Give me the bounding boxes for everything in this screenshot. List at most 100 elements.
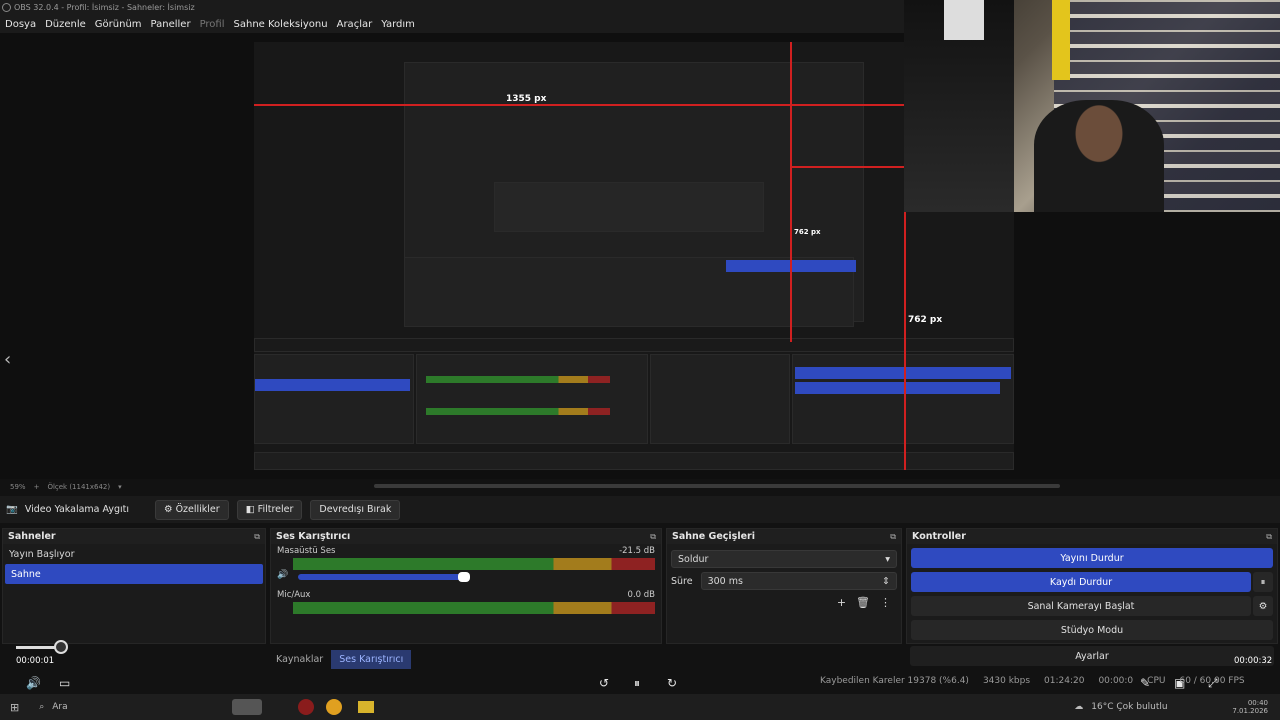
height-label-b: 762 px xyxy=(908,315,943,325)
tab-sources[interactable]: Kaynaklar xyxy=(268,650,331,669)
folder-icon[interactable] xyxy=(358,701,375,713)
transition-selected: Soldur xyxy=(678,553,709,565)
menu-help[interactable]: Yardım xyxy=(381,19,415,30)
chevron-down-icon[interactable]: ▾ xyxy=(118,483,122,491)
search-icon[interactable]: ⌕ xyxy=(39,702,44,712)
menu-profile[interactable]: Profil xyxy=(200,19,225,30)
guide-line-horizontal xyxy=(254,104,904,106)
seek-knob[interactable] xyxy=(54,640,68,654)
channel-db: 0.0 dB xyxy=(627,590,655,600)
webcam-yellow-panel xyxy=(1052,0,1070,80)
scene-label: Yayın Başlıyor xyxy=(9,548,75,560)
add-icon[interactable]: + xyxy=(837,596,846,609)
scene-item-yayin-basliyor[interactable]: Yayın Başlıyor xyxy=(3,544,265,564)
menu-edit[interactable]: Düzenle xyxy=(45,19,86,30)
chrome-icon[interactable] xyxy=(326,699,343,715)
menu-tools[interactable]: Araçlar xyxy=(337,19,373,30)
nested-ctl-stream xyxy=(795,367,1011,379)
fps: 60 / 60.00 FPS xyxy=(1179,676,1245,686)
source-toolbar: 📷 Video Yakalama Aygıtı ⚙ Özellikler ◧ F… xyxy=(0,496,1280,523)
settings-button[interactable]: Ayarlar xyxy=(910,646,1274,666)
nested-screen-inner xyxy=(494,182,764,232)
pause-record-icon[interactable]: ⏸ xyxy=(1253,572,1273,592)
gear-icon: ⚙ xyxy=(164,504,173,515)
pause-icon[interactable]: ⏸ xyxy=(634,676,640,691)
popout-icon[interactable]: ⧉ xyxy=(650,532,656,542)
menu-scene-collection[interactable]: Sahne Koleksiyonu xyxy=(234,19,328,30)
popout-icon[interactable]: ⧉ xyxy=(254,532,260,542)
trash-icon[interactable]: 🗑 xyxy=(856,596,870,609)
duration-field[interactable]: 300 ms ⇕ xyxy=(700,572,897,590)
more-icon[interactable]: ⋮ xyxy=(880,596,891,609)
controls-panel: Kontroller ⧉ Yayını Durdur Kaydı Durdur … xyxy=(906,528,1278,644)
duration-label: Süre xyxy=(671,575,693,587)
channel-db: -21.5 dB xyxy=(619,546,655,556)
stepper-icon[interactable]: ⇕ xyxy=(882,576,890,587)
subtitles-icon[interactable]: ▭ xyxy=(59,676,70,690)
zoom-plus-icon[interactable]: + xyxy=(34,483,40,491)
preview-canvas[interactable]: 1355 px 762 px xyxy=(254,42,1014,470)
webcam-poster xyxy=(944,0,984,40)
weather-text: 16°C Çok bulutlu xyxy=(1091,702,1168,712)
nested-taskbar xyxy=(254,452,1014,470)
menu-view[interactable]: Görünüm xyxy=(95,19,142,30)
deactivate-label: Devredışı Bırak xyxy=(319,504,392,515)
stop-record-button[interactable]: Kaydı Durdur xyxy=(911,572,1251,592)
time-current: 00:00:01 xyxy=(16,656,55,666)
webcam-feed[interactable] xyxy=(904,0,1280,212)
filters-label: Filtreler xyxy=(257,504,294,515)
volume-icon[interactable]: 🔊 xyxy=(26,676,41,690)
gamepad-icon[interactable] xyxy=(232,699,263,715)
gear-icon[interactable]: ⚙ xyxy=(1253,596,1273,616)
deactivate-button[interactable]: Devredışı Bırak xyxy=(310,499,401,520)
forward-30-icon[interactable]: ↻ xyxy=(667,676,677,690)
filter-icon: ◧ xyxy=(245,504,255,515)
rewind-10-icon[interactable]: ↺ xyxy=(599,676,609,690)
rec-time: 00:00:0 xyxy=(1098,676,1134,686)
webcam-person xyxy=(1034,100,1164,212)
stop-stream-button[interactable]: Yayını Durdur xyxy=(911,548,1273,568)
width-label: 1355 px xyxy=(506,94,547,104)
scenes-panel: Sahneler ⧉ Yayın Başlıyor Sahne xyxy=(2,528,266,644)
taskbar: ⊞ ⌕ Ara ☁ 16°C Çok bulutlu 00:40 7.01.20… xyxy=(0,694,1280,720)
volume-slider[interactable] xyxy=(298,572,471,582)
menu-file[interactable]: Dosya xyxy=(5,19,36,30)
taskbar-search[interactable]: Ara xyxy=(52,702,172,712)
properties-button[interactable]: ⚙ Özellikler xyxy=(155,499,229,520)
mixer-channel-desktop: Masaüstü Ses -21.5 dB 🔊 xyxy=(271,544,661,582)
volume-meter xyxy=(293,602,655,614)
scene-item-sahne[interactable]: Sahne xyxy=(5,564,263,584)
cpu-usage: CPU xyxy=(1147,676,1166,686)
chevron-left-icon[interactable]: ‹ xyxy=(4,351,16,369)
filters-button[interactable]: ◧ Filtreler xyxy=(236,499,303,520)
zoom-percent[interactable]: 59% xyxy=(10,483,26,491)
windows-start-icon[interactable]: ⊞ xyxy=(10,701,19,714)
volume-slider-knob[interactable] xyxy=(458,572,471,582)
camera-icon: 📷 xyxy=(6,504,18,515)
channel-name: Masaüstü Ses xyxy=(277,546,336,556)
preview-scrollbar[interactable] xyxy=(374,484,1060,488)
bitrate: 3430 kbps xyxy=(982,676,1031,686)
mixer-channel-mic: Mic/Aux 0.0 dB xyxy=(271,588,661,616)
transitions-panel: Sahne Geçişleri ⧉ Soldur ▾ Süre 300 ms ⇕… xyxy=(666,528,902,644)
volume-meter xyxy=(293,558,655,570)
height-label-a: 762 px xyxy=(794,228,821,236)
menu-docks[interactable]: Paneller xyxy=(151,19,191,30)
popout-icon[interactable]: ⧉ xyxy=(890,532,896,542)
zoom-bar: 59% + Ölçek (1141x642) ▾ xyxy=(0,480,400,494)
status-bar: Kaybedilen Kareler 19378 (%6.4) 3430 kbp… xyxy=(820,676,1245,686)
virtual-camera-button[interactable]: Sanal Kamerayı Başlat xyxy=(911,596,1251,616)
duration-value: 300 ms xyxy=(707,575,743,587)
nested-source-bar xyxy=(254,338,1014,352)
scenes-title: Sahneler xyxy=(8,531,56,542)
studio-mode-button[interactable]: Stüdyo Modu xyxy=(911,620,1273,640)
clock-time: 00:40 xyxy=(1247,699,1268,707)
properties-label: Özellikler xyxy=(175,504,220,515)
tab-audio-mixer[interactable]: Ses Karıştırıcı xyxy=(331,649,412,669)
transition-select[interactable]: Soldur ▾ xyxy=(671,550,897,568)
speaker-icon[interactable]: 🔊 xyxy=(277,570,288,580)
nested-scene-active xyxy=(255,379,410,391)
obs-taskbar-icon[interactable] xyxy=(298,699,315,715)
popout-icon[interactable]: ⧉ xyxy=(1266,532,1272,542)
zoom-scale-label[interactable]: Ölçek (1141x642) xyxy=(47,483,110,491)
